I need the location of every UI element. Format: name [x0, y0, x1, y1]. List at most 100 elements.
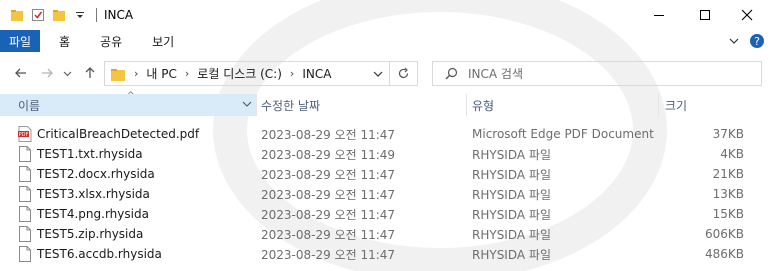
address-row: › 내 PC › 로컬 디스크 (C:) › INCA INCA 검색	[0, 58, 770, 88]
file-size: 13KB	[712, 187, 744, 201]
chevron-right-icon: ›	[134, 67, 139, 80]
quick-access-toolbar: INCA	[8, 6, 133, 24]
chevron-down-icon	[729, 38, 739, 44]
minimize-button[interactable]	[636, 0, 682, 30]
file-size: 37KB	[712, 127, 744, 141]
file-type: RHYSIDA 파일	[472, 227, 551, 242]
minimize-icon	[654, 15, 664, 16]
refresh-button[interactable]	[390, 61, 418, 86]
file-type: RHYSIDA 파일	[472, 167, 551, 182]
file-date: 2023-08-29 오전 11:47	[261, 127, 396, 142]
file-icon	[17, 144, 33, 164]
file-date: 2023-08-29 오전 11:47	[261, 187, 396, 202]
file-icon	[17, 224, 33, 244]
properties-check-icon[interactable]	[29, 6, 47, 24]
file-size: 21KB	[712, 167, 744, 181]
file-name: TEST1.txt.rhysida	[37, 147, 143, 161]
pdf-file-icon: PDF	[17, 124, 33, 144]
search-placeholder: INCA 검색	[468, 67, 523, 81]
chevron-down-icon	[242, 101, 252, 107]
file-size: 4KB	[720, 147, 744, 161]
folder-icon	[8, 6, 26, 24]
file-type: Microsoft Edge PDF Document	[472, 127, 654, 141]
ribbon-controls: ?	[724, 30, 770, 52]
up-button[interactable]	[79, 62, 101, 84]
breadcrumb-current-folder[interactable]: INCA	[302, 67, 331, 81]
table-row[interactable]: TEST4.png.rhysida 2023-08-29 오전 11:47 RH…	[0, 204, 770, 224]
column-header-size[interactable]: 크기	[665, 94, 755, 116]
column-name-label: 이름	[18, 98, 41, 113]
column-headers: 이름 ^ 수정한 날짜 유형 크기	[0, 91, 770, 116]
chevron-down-icon	[63, 71, 71, 76]
column-header-date[interactable]: 수정한 날짜	[261, 94, 466, 116]
maximize-button[interactable]	[682, 0, 728, 30]
file-type: RHYSIDA 파일	[472, 207, 551, 222]
file-icon	[17, 184, 33, 204]
file-icon	[17, 204, 33, 224]
address-dropdown-button[interactable]	[373, 69, 383, 79]
file-name: TEST6.accdb.rhysida	[37, 247, 162, 261]
toolbar-separator	[96, 8, 97, 22]
tab-share[interactable]: 공유	[84, 30, 136, 52]
search-box[interactable]: INCA 검색	[432, 61, 762, 86]
close-icon	[741, 9, 753, 21]
forward-button[interactable]	[36, 62, 58, 84]
file-date: 2023-08-29 오전 11:47	[261, 247, 396, 262]
breadcrumb-this-pc[interactable]: 내 PC	[146, 65, 176, 82]
chevron-down-icon	[373, 71, 383, 77]
search-icon	[445, 67, 458, 80]
file-type: RHYSIDA 파일	[472, 187, 551, 202]
column-divider[interactable]	[658, 94, 659, 116]
expand-ribbon-button[interactable]	[724, 30, 744, 52]
new-folder-icon[interactable]	[50, 6, 68, 24]
file-date: 2023-08-29 오전 11:47	[261, 207, 396, 222]
column-divider[interactable]	[466, 94, 467, 116]
svg-text:?: ?	[754, 35, 760, 48]
file-name: TEST3.xlsx.rhysida	[37, 187, 150, 201]
file-name: CriticalBreachDetected.pdf	[37, 127, 200, 141]
file-name: TEST2.docx.rhysida	[37, 167, 155, 181]
column-header-type[interactable]: 유형	[472, 94, 658, 116]
table-row[interactable]: TEST1.txt.rhysida 2023-08-29 오전 11:49 RH…	[0, 144, 770, 164]
chevron-right-icon: ›	[289, 67, 295, 80]
close-button[interactable]	[724, 0, 770, 30]
file-type: RHYSIDA 파일	[472, 247, 551, 262]
refresh-icon	[398, 67, 409, 79]
tab-file[interactable]: 파일	[0, 30, 40, 52]
arrow-up-icon	[85, 67, 95, 78]
tab-home[interactable]: 홈	[40, 30, 84, 52]
table-row[interactable]: PDF CriticalBreachDetected.pdf 2023-08-2…	[0, 124, 770, 144]
file-size: 606KB	[704, 227, 744, 241]
table-row[interactable]: TEST6.accdb.rhysida 2023-08-29 오전 11:47 …	[0, 244, 770, 264]
file-type: RHYSIDA 파일	[472, 147, 551, 162]
help-button[interactable]: ?	[744, 30, 770, 52]
column-header-name[interactable]: 이름 ^	[0, 91, 256, 116]
customize-toolbar-icon[interactable]	[71, 6, 89, 24]
column-size-label: 크기	[665, 98, 688, 113]
column-date-label: 수정한 날짜	[261, 98, 321, 113]
window-title: INCA	[104, 8, 134, 22]
recent-locations-button[interactable]	[60, 62, 74, 84]
folder-icon	[110, 66, 126, 82]
back-button[interactable]	[10, 62, 32, 84]
chevron-right-icon: ›	[184, 67, 190, 80]
file-list: PDF CriticalBreachDetected.pdf 2023-08-2…	[0, 124, 770, 264]
column-filter-button[interactable]	[241, 98, 253, 110]
ribbon-tabs: 파일 홈 공유 보기 ?	[0, 30, 770, 52]
arrow-right-icon	[42, 68, 53, 78]
column-divider[interactable]	[256, 94, 257, 116]
breadcrumb-local-disk[interactable]: 로컬 디스크 (C:)	[197, 65, 282, 82]
title-bar: INCA	[0, 0, 770, 30]
table-row[interactable]: TEST2.docx.rhysida 2023-08-29 오전 11:47 R…	[0, 164, 770, 184]
sort-ascending-icon: ^	[127, 91, 135, 101]
table-row[interactable]: TEST3.xlsx.rhysida 2023-08-29 오전 11:47 R…	[0, 184, 770, 204]
svg-text:PDF: PDF	[19, 132, 29, 138]
maximize-icon	[700, 10, 710, 20]
file-date: 2023-08-29 오전 11:47	[261, 167, 396, 182]
file-name: TEST5.zip.rhysida	[37, 227, 144, 241]
tab-view[interactable]: 보기	[136, 30, 188, 52]
address-bar[interactable]: › 내 PC › 로컬 디스크 (C:) › INCA	[104, 61, 390, 86]
arrow-left-icon	[15, 68, 26, 78]
file-icon	[17, 244, 33, 264]
table-row[interactable]: TEST5.zip.rhysida 2023-08-29 오전 11:47 RH…	[0, 224, 770, 244]
